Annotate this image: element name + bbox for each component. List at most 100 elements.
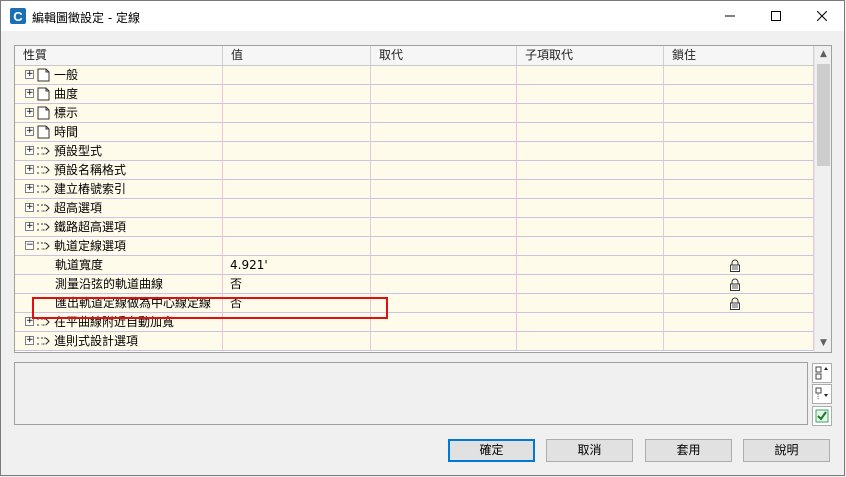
expand-icon[interactable]: + [25,336,34,345]
expand-icon[interactable]: + [25,127,34,136]
override-cell [371,332,517,351]
value-cell[interactable] [223,104,371,123]
child-override-cell [517,294,664,313]
apply-button[interactable]: 套用 [645,439,732,462]
expand-icon[interactable]: + [25,165,34,174]
value-cell[interactable] [223,218,371,237]
lock-cell[interactable] [664,218,814,237]
value-cell[interactable] [223,142,371,161]
value-cell[interactable] [223,66,371,85]
child-override-cell [517,332,664,351]
description-panel [14,362,808,425]
lock-cell[interactable] [664,199,814,218]
override-cell [371,161,517,180]
table-row[interactable]: + 鐵路超高選項 [15,218,814,237]
table-row[interactable]: 軌道寬度 4.921' [15,256,814,275]
collapse-all-icon [815,387,828,399]
vertical-scrollbar[interactable]: ▲ ▼ [814,46,831,352]
group-label: 預設型式 [54,144,103,158]
expand-all-button[interactable] [812,363,832,383]
close-button[interactable] [799,1,845,31]
expand-icon[interactable]: + [25,203,34,212]
child-override-cell [517,275,664,294]
ok-button[interactable]: 確定 [448,439,535,462]
table-row[interactable]: + 一般 [15,66,814,85]
table-row[interactable]: + 建立樁號索引 [15,180,814,199]
value-cell[interactable] [223,275,371,294]
scroll-down-arrow-icon[interactable]: ▼ [815,335,831,352]
value-cell[interactable] [223,237,371,256]
lock-cell[interactable] [664,123,814,142]
style-tag-icon [37,185,50,193]
lock-cell[interactable] [664,313,814,332]
page-icon [37,125,50,139]
child-override-cell [517,161,664,180]
table-row[interactable]: + 曲度 [15,85,814,104]
column-header-child-override[interactable]: 子項取代 [517,46,664,65]
group-label: 一般 [54,68,79,82]
property-value[interactable]: 4.921' [230,256,268,275]
table-row[interactable]: + 超高選項 [15,199,814,218]
column-header-lock[interactable]: 鎖住 [664,46,814,65]
lock-icon[interactable] [729,259,741,272]
property-grid: 性質 值 取代 子項取代 鎖住 + 一般 + 曲度 + 標示 + 時間 + 預設型式 + 預設名稱格式… [14,45,832,353]
lock-cell[interactable] [664,104,814,123]
highlight-box [32,297,388,319]
child-override-cell [517,104,664,123]
lock-icon[interactable] [729,278,741,291]
lock-icon[interactable] [729,297,741,310]
scroll-up-arrow-icon[interactable]: ▲ [815,46,831,63]
value-cell[interactable] [223,85,371,104]
expand-icon[interactable]: + [25,222,34,231]
table-row[interactable]: 測量沿弦的軌道曲線 否 [15,275,814,294]
property-value[interactable]: 否 [230,275,242,294]
style-tag-icon [37,147,50,155]
child-override-cell [517,180,664,199]
collapse-all-button[interactable] [812,384,832,404]
group-label: 時間 [54,125,79,139]
expand-icon[interactable]: + [25,184,34,193]
lock-cell[interactable] [664,332,814,351]
value-cell[interactable] [223,180,371,199]
column-header-override[interactable]: 取代 [371,46,517,65]
group-label: 標示 [54,106,79,120]
table-row[interactable]: + 預設型式 [15,142,814,161]
lock-cell[interactable] [664,66,814,85]
value-cell[interactable] [223,332,371,351]
table-row[interactable]: − 軌道定線選項 [15,237,814,256]
override-cell [371,142,517,161]
expand-icon[interactable]: + [25,89,34,98]
help-button[interactable]: 說明 [743,439,830,462]
collapse-icon[interactable]: − [25,241,34,250]
expand-icon[interactable]: + [25,70,34,79]
page-icon [37,87,50,101]
table-row[interactable]: + 預設名稱格式 [15,161,814,180]
table-row[interactable]: + 標示 [15,104,814,123]
minimize-button[interactable] [707,1,753,31]
lock-cell[interactable] [664,142,814,161]
title-bar: C 編輯圖徵設定 - 定線 [1,1,844,31]
group-label: 鐵路超高選項 [54,220,127,234]
style-tag-icon [37,204,50,212]
expand-icon[interactable]: + [25,108,34,117]
cancel-button[interactable]: 取消 [546,439,633,462]
value-cell[interactable] [223,161,371,180]
override-cell [371,237,517,256]
expand-icon[interactable]: + [25,146,34,155]
checklist-icon [815,409,829,423]
column-header-property[interactable]: 性質 [15,46,223,65]
table-row[interactable]: + 進則式設計選項 [15,332,814,351]
maximize-button[interactable] [753,1,799,31]
lock-cell[interactable] [664,161,814,180]
value-cell[interactable] [223,199,371,218]
override-cell [371,66,517,85]
scroll-thumb[interactable] [817,64,830,166]
override-cell [371,313,517,332]
lock-cell[interactable] [664,180,814,199]
column-header-value[interactable]: 值 [223,46,371,65]
lock-cell[interactable] [664,237,814,256]
value-cell[interactable] [223,123,371,142]
table-row[interactable]: + 時間 [15,123,814,142]
check-settings-button[interactable] [812,406,832,426]
lock-cell[interactable] [664,85,814,104]
